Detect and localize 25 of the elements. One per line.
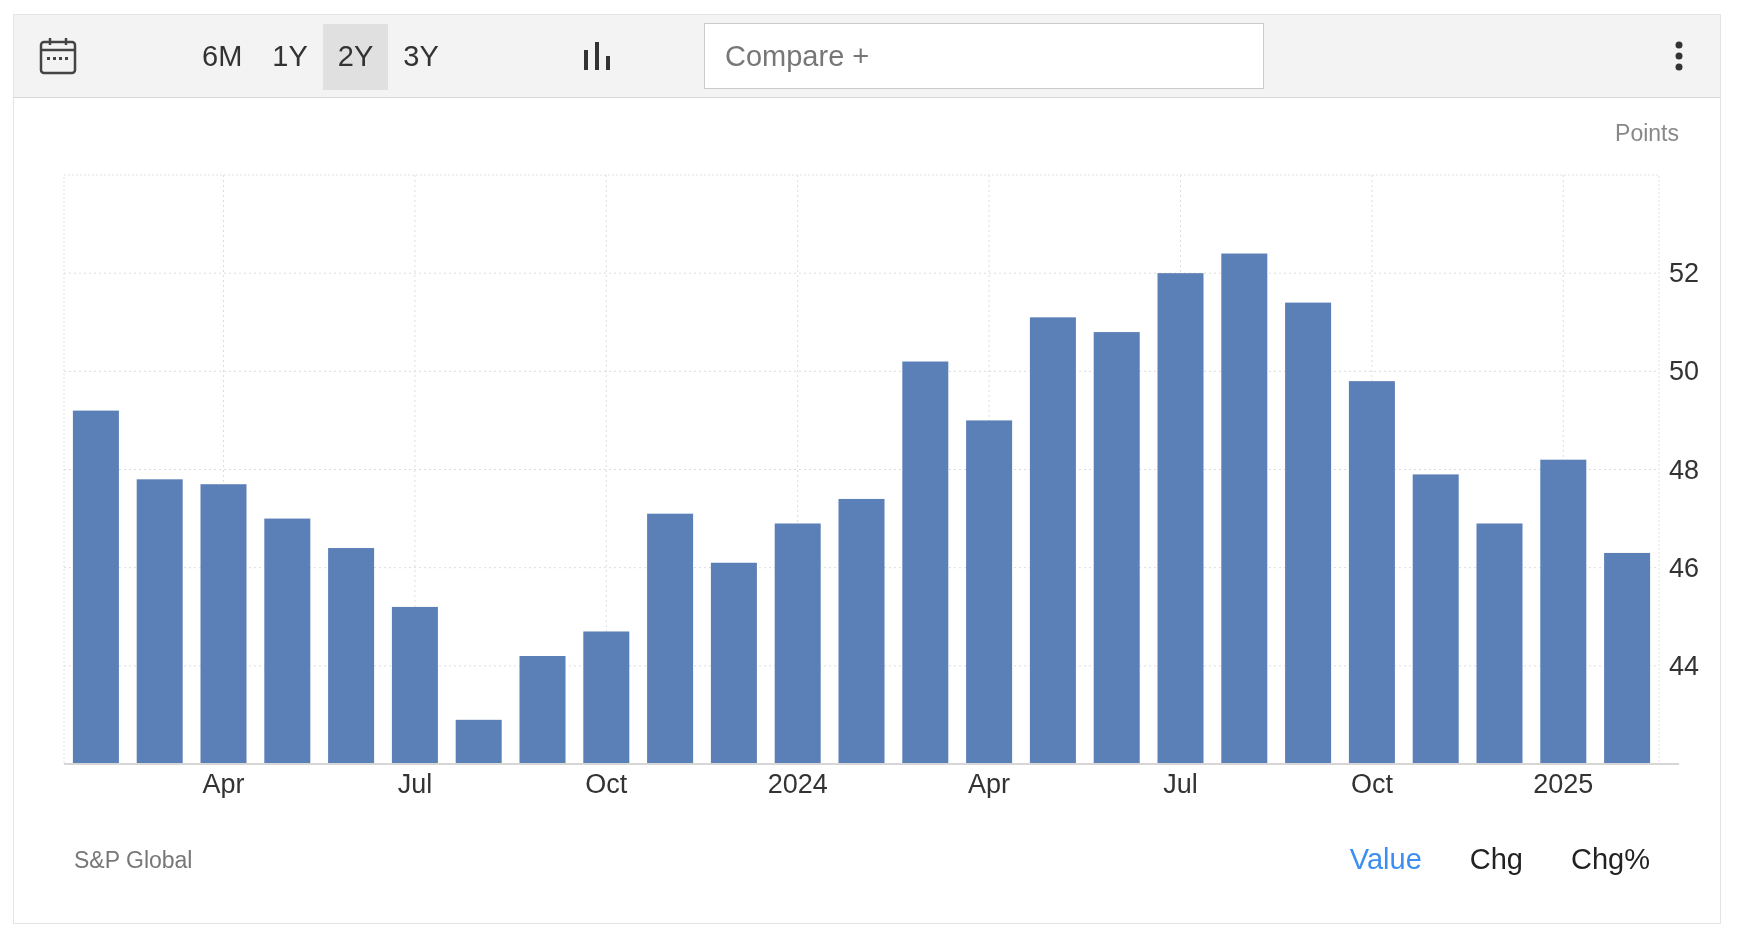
range-tab[interactable]: 2Y — [322, 24, 389, 90]
y-axis-label: 46 — [1669, 552, 1700, 583]
x-axis-label: Jul — [1163, 769, 1198, 798]
calendar-icon[interactable] — [39, 37, 77, 75]
y-axis-label: 44 — [1669, 650, 1700, 681]
x-axis-label: Oct — [1350, 769, 1393, 798]
range-tab[interactable]: 1Y — [257, 24, 323, 90]
x-axis-label: 2024 — [767, 769, 828, 798]
x-axis-label: Apr — [968, 769, 1011, 798]
range-tab[interactable]: 6M — [187, 24, 258, 90]
range-tab[interactable]: 3Y — [388, 24, 454, 90]
view-tab[interactable]: Chg% — [1571, 838, 1650, 882]
x-axis-label: Oct — [585, 769, 628, 798]
compare-field[interactable]: Compare + — [704, 23, 1264, 89]
y-axis-label: 50 — [1669, 356, 1700, 387]
x-axis-label: 2025 — [1533, 769, 1594, 798]
unit-label: Points — [1615, 120, 1679, 146]
y-axis-label: 52 — [1669, 258, 1700, 289]
more-options-icon[interactable] — [1675, 41, 1683, 71]
view-tab[interactable]: Chg — [1469, 838, 1523, 882]
bar-chart-icon[interactable] — [582, 42, 612, 70]
x-axis-label: Apr — [202, 769, 245, 798]
y-axis-label: 48 — [1669, 454, 1700, 485]
source-label: S&P Global — [74, 845, 193, 875]
x-axis-label: Jul — [397, 769, 433, 798]
